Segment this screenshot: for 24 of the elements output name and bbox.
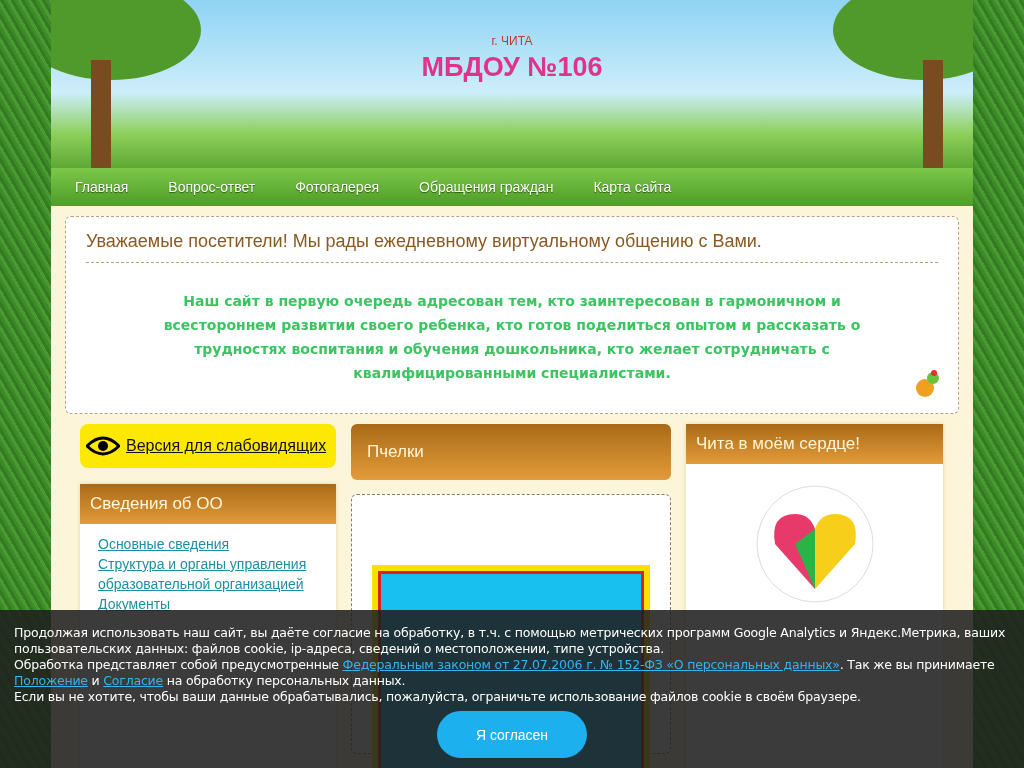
nav-link[interactable]: Фотогалерея <box>275 168 399 206</box>
nav-link[interactable]: Карта сайта <box>573 168 692 206</box>
site-city: г. ЧИТА <box>491 34 533 48</box>
site-title: МБДОУ №106 <box>421 52 603 83</box>
policy-link[interactable]: Федеральным законом от 27.07.2006 г. № 152-ФЗ «О персональных данных» <box>342 657 840 672</box>
welcome-text: Наш сайт в первую очередь адресован тем, кто заинтересован в гармоничном и всестороннем развитии своего ребенка, кто готов поделиться опытом и рассказать о трудностях воспитания и обучения дошкольника, кто желает сотрудничать с квалифицированными специалистами. <box>162 292 862 383</box>
eye-icon <box>86 436 120 456</box>
nav-link[interactable]: Вопрос-ответ <box>148 168 276 206</box>
nav-link[interactable]: Главная <box>55 168 149 206</box>
nav-link[interactable]: Обращения граждан <box>399 168 574 206</box>
info-link[interactable]: Основные сведения <box>98 534 318 554</box>
cookie-text: Если вы не хотите, чтобы ваши данные обрабатывались, пожалуйста, ограничьте использование файлов cookie в своём браузере. <box>14 689 862 705</box>
policy-link[interactable]: Согласие <box>103 673 163 688</box>
group-title: Пчелки <box>351 424 671 480</box>
agree-button[interactable]: Я согласен <box>437 711 587 758</box>
info-link[interactable]: Структура и органы управления образовательной организацией <box>98 554 318 594</box>
info-link[interactable]: Документы <box>98 594 318 614</box>
accessibility-link[interactable]: Версия для слабовидящих <box>80 424 336 468</box>
cookie-text: Продолжая использовать наш сайт, вы даёте согласие на обработку, в т.ч. с помощью метрических программ Google Analytics и Яндекс.Метрика, ваших пользовательских данных: файлов cookie, ip-адреса, сведений о местоположении, типе устройства. <box>14 625 1007 657</box>
policy-link[interactable]: Положение <box>14 673 88 688</box>
cookie-text: Обработка представляет собой предусмотренные Федеральным законом от 27.07.2006 г. № 152-ФЗ «О персональных данных». Так же вы принимаете Положение и Согласие на обработку персональных данных. <box>14 657 996 689</box>
welcome-heading: Уважаемые посетители! Мы рады ежедневному виртуальному общению с Вами. <box>86 231 938 263</box>
panel-title: Сведения об ОО <box>80 484 336 524</box>
panel-title: Чита в моём сердце! <box>686 424 943 464</box>
